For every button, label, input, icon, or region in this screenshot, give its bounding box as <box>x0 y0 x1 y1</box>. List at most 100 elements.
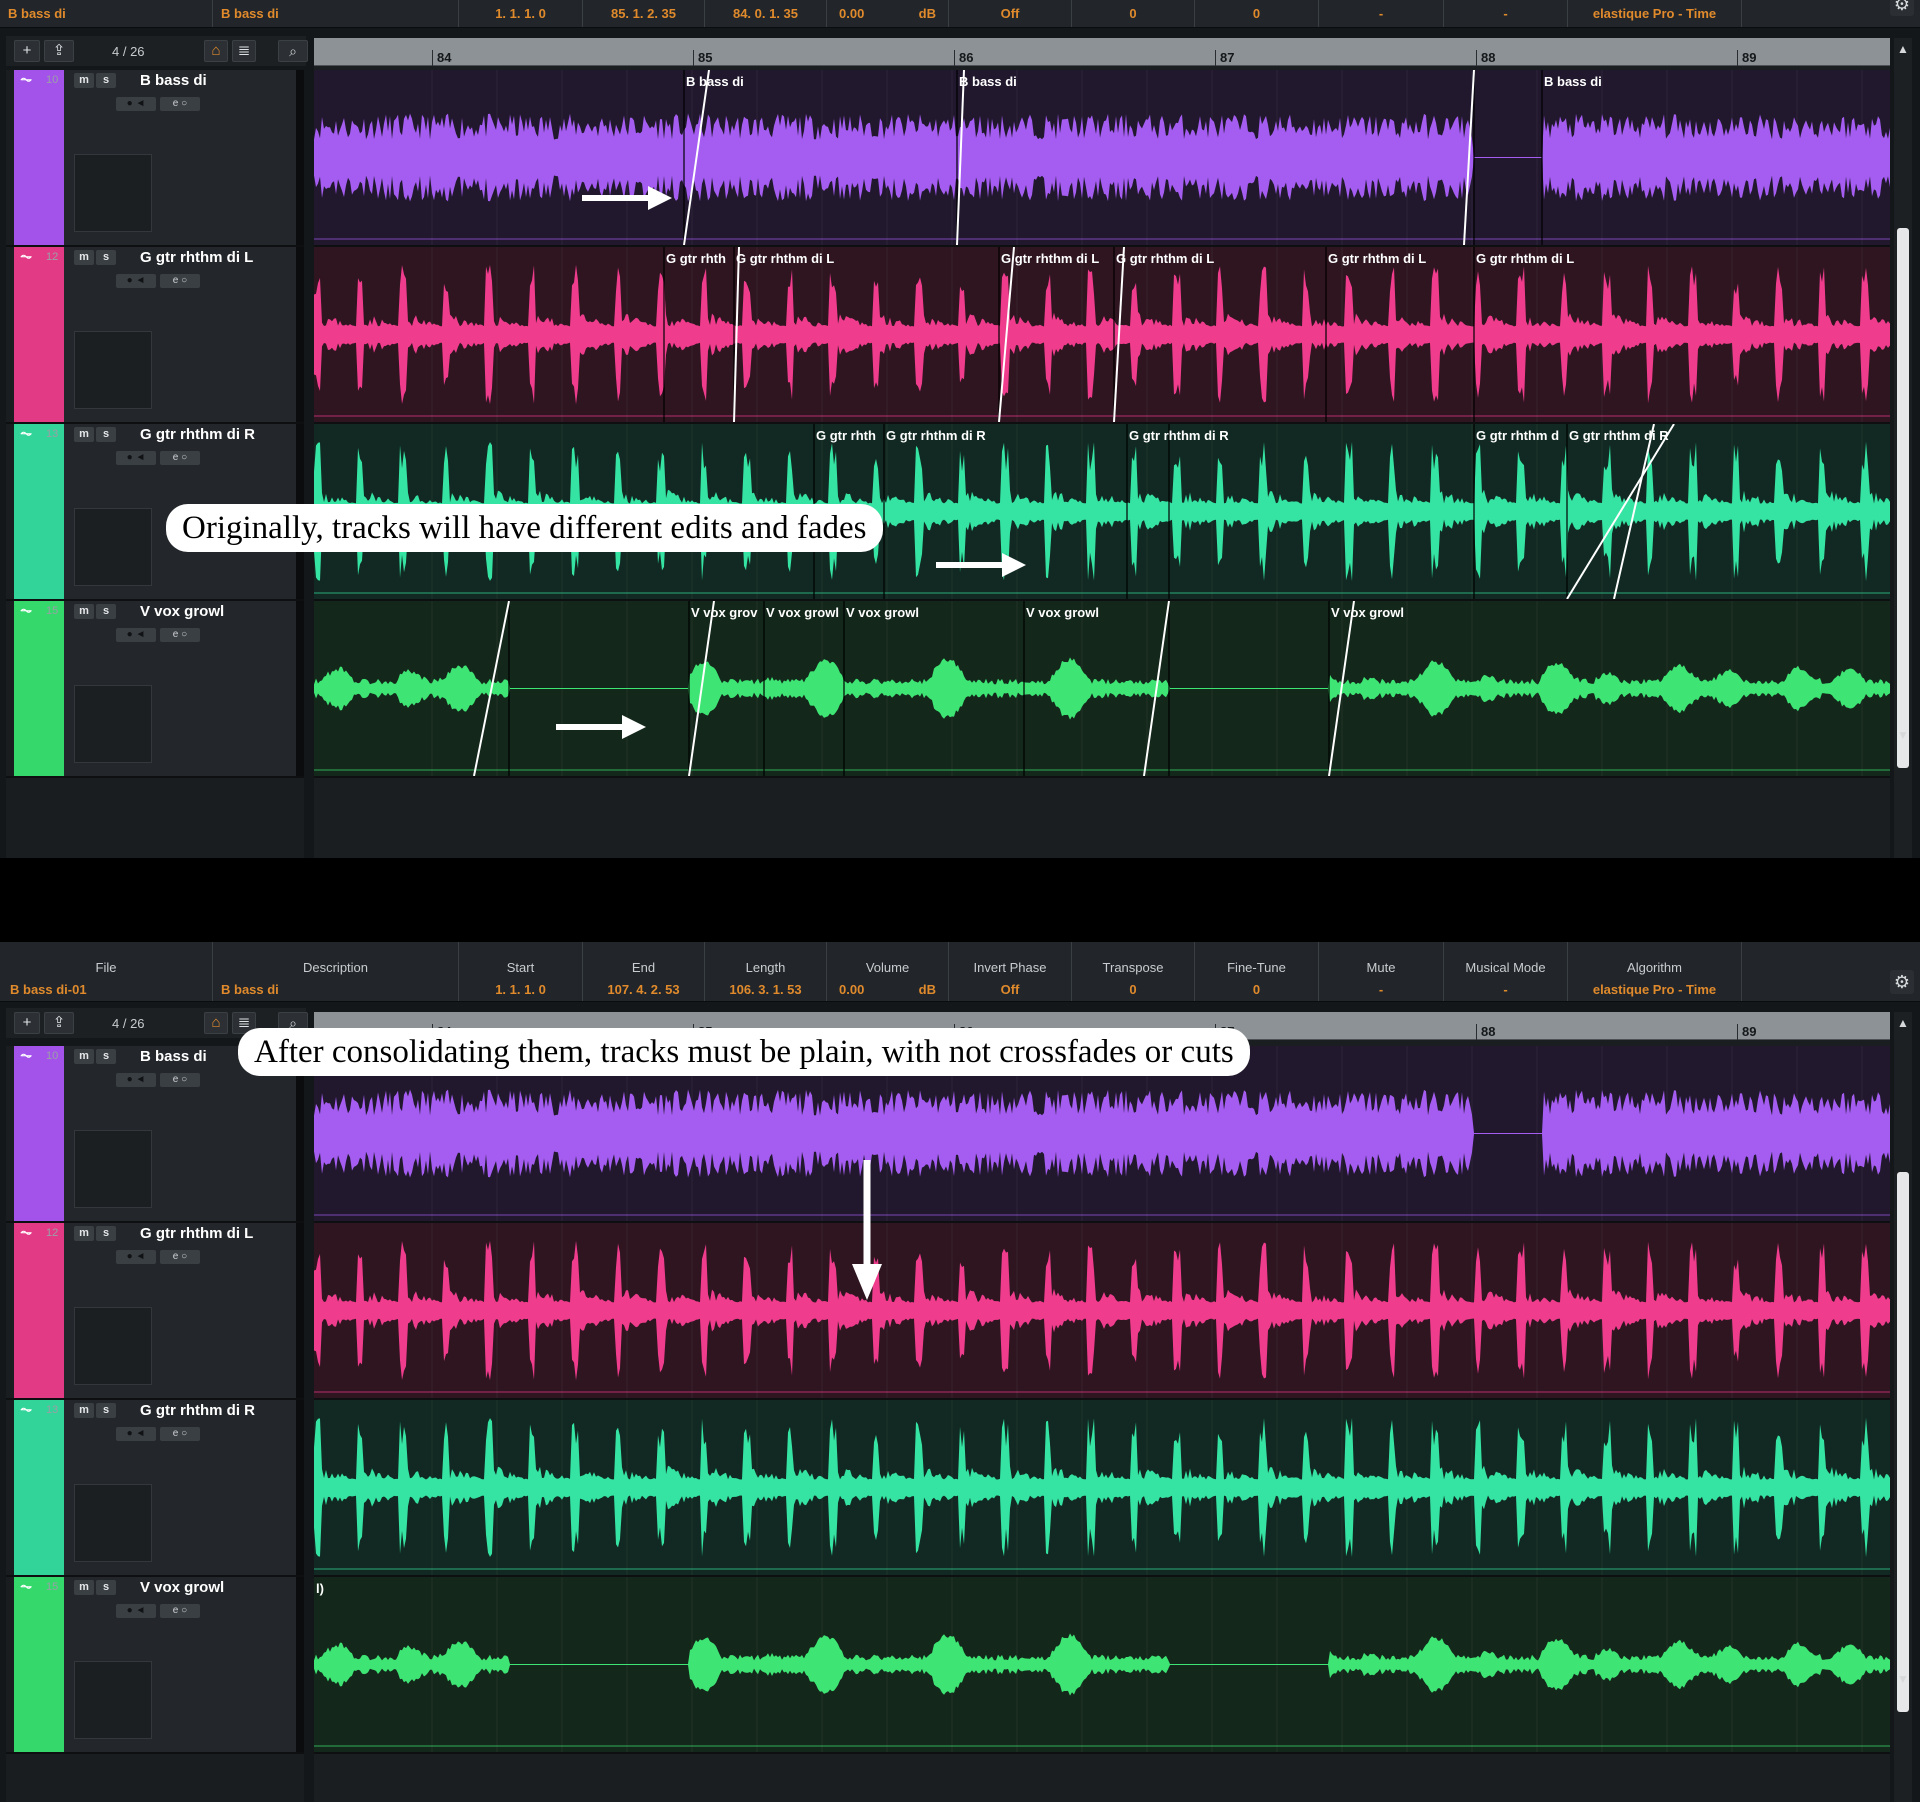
info-musical-mode[interactable]: - <box>1444 0 1568 27</box>
mute-button[interactable]: m <box>74 1226 94 1241</box>
mute-button[interactable]: m <box>74 427 94 442</box>
arrange-window[interactable]: 84 85 86 87 88 89 l) <box>314 1012 1890 1802</box>
track-header[interactable]: ⏦ 13 m s G gtr rhthm di R ● ◄ e ○ <box>6 1400 304 1577</box>
arrange-window[interactable]: 84 85 86 87 88 89 B bass di B bass di B ba… <box>314 38 1890 858</box>
scroll-thumb[interactable] <box>1897 228 1909 768</box>
track-color[interactable] <box>14 1223 64 1398</box>
track-header[interactable]: ⏦ 15 m s V vox growl ● ◄ e ○ <box>6 601 304 778</box>
record-button[interactable]: ● ◄ <box>116 1250 156 1264</box>
track-name[interactable]: G gtr rhthm di R <box>140 426 255 443</box>
solo-button[interactable]: s <box>96 73 116 88</box>
lane-gtr-right[interactable] <box>314 1400 1890 1577</box>
info-length[interactable]: Length 106. 3. 1. 53 <box>705 942 827 1001</box>
info-musical-mode[interactable]: Musical Mode - <box>1444 942 1568 1001</box>
gear-icon[interactable]: ⚙ <box>1890 0 1914 16</box>
home-icon[interactable]: ⌂ <box>204 40 228 62</box>
lane-vox[interactable]: l) <box>314 1577 1890 1754</box>
edit-button[interactable]: e ○ <box>160 451 200 465</box>
edit-button[interactable]: e ○ <box>160 1427 200 1441</box>
edit-button[interactable]: e ○ <box>160 274 200 288</box>
info-invert-phase[interactable]: Off <box>949 0 1072 27</box>
record-button[interactable]: ● ◄ <box>116 1604 156 1618</box>
record-button[interactable]: ● ◄ <box>116 628 156 642</box>
scroll-up-icon[interactable]: ▲ <box>1894 1016 1912 1030</box>
lane-gtr-left[interactable]: G gtr rhth G gtr rhthm di L G gtr rhthm di… <box>314 247 1890 424</box>
folder-icon[interactable]: ⇪ <box>44 40 74 62</box>
solo-button[interactable]: s <box>96 1049 116 1064</box>
mute-button[interactable]: m <box>74 1403 94 1418</box>
info-file[interactable]: File B bass di-01 <box>0 942 213 1001</box>
solo-button[interactable]: s <box>96 250 116 265</box>
record-button[interactable]: ● ◄ <box>116 451 156 465</box>
track-name[interactable]: B bass di <box>140 72 207 89</box>
track-name[interactable]: G gtr rhthm di R <box>140 1402 255 1419</box>
info-fine-tune[interactable]: 0 <box>1195 0 1319 27</box>
info-file[interactable]: B bass di <box>0 0 213 27</box>
solo-button[interactable]: s <box>96 604 116 619</box>
track-name[interactable]: B bass di <box>140 1048 207 1065</box>
home-icon[interactable]: ⌂ <box>204 1012 228 1034</box>
gear-icon[interactable]: ⚙ <box>1890 970 1914 994</box>
edit-button[interactable]: e ○ <box>160 1604 200 1618</box>
info-end[interactable]: End 107. 4. 2. 53 <box>583 942 705 1001</box>
track-color[interactable] <box>14 70 64 245</box>
record-button[interactable]: ● ◄ <box>116 97 156 111</box>
solo-button[interactable]: s <box>96 1403 116 1418</box>
info-start[interactable]: 1. 1. 1. 0 <box>459 0 583 27</box>
solo-button[interactable]: s <box>96 427 116 442</box>
add-track-button[interactable]: + <box>14 40 40 62</box>
track-header[interactable]: ⏦ 15 m s V vox growl ● ◄ e ○ <box>6 1577 304 1754</box>
lane-gtr-left[interactable] <box>314 1223 1890 1400</box>
track-color[interactable] <box>14 601 64 776</box>
edit-button[interactable]: e ○ <box>160 628 200 642</box>
record-button[interactable]: ● ◄ <box>116 1427 156 1441</box>
info-end[interactable]: 85. 1. 2. 35 <box>583 0 705 27</box>
info-algorithm[interactable]: Algorithm elastique Pro - Time <box>1568 942 1742 1001</box>
track-header[interactable]: ⏦ 10 m s B bass di ● ◄ e ○ <box>6 70 304 247</box>
mute-button[interactable]: m <box>74 73 94 88</box>
solo-button[interactable]: s <box>96 1226 116 1241</box>
track-header[interactable]: ⏦ 12 m s G gtr rhthm di L ● ◄ e ○ <box>6 1223 304 1400</box>
folder-icon[interactable]: ⇪ <box>44 1012 74 1034</box>
mute-button[interactable]: m <box>74 1580 94 1595</box>
scroll-down-icon[interactable]: ▼ <box>1894 728 1912 742</box>
info-invert-phase[interactable]: Invert Phase Off <box>949 942 1072 1001</box>
track-header[interactable]: ⏦ 12 m s G gtr rhthm di L ● ◄ e ○ <box>6 247 304 424</box>
scroll-down-icon[interactable]: ▼ <box>1894 1672 1912 1686</box>
add-track-button[interactable]: + <box>14 1012 40 1034</box>
vertical-scrollbar[interactable]: ▲ ▼ <box>1894 38 1912 858</box>
lane-bass[interactable]: B bass di B bass di B bass di <box>314 70 1890 247</box>
info-start[interactable]: Start 1. 1. 1. 0 <box>459 942 583 1001</box>
scroll-thumb[interactable] <box>1897 1172 1909 1712</box>
edit-button[interactable]: e ○ <box>160 1073 200 1087</box>
info-volume[interactable]: 0.00 dB <box>827 0 949 27</box>
list-icon[interactable]: ≣ <box>232 40 256 62</box>
record-button[interactable]: ● ◄ <box>116 274 156 288</box>
track-color[interactable] <box>14 1400 64 1575</box>
scroll-up-icon[interactable]: ▲ <box>1894 42 1912 56</box>
track-color[interactable] <box>14 424 64 599</box>
mute-button[interactable]: m <box>74 604 94 619</box>
info-volume[interactable]: Volume 0.00 dB <box>827 942 949 1001</box>
track-name[interactable]: G gtr rhthm di L <box>140 1225 253 1242</box>
record-button[interactable]: ● ◄ <box>116 1073 156 1087</box>
info-mute[interactable]: - <box>1319 0 1444 27</box>
info-transpose[interactable]: 0 <box>1072 0 1195 27</box>
track-name[interactable]: V vox growl <box>140 603 224 620</box>
track-color[interactable] <box>14 1046 64 1221</box>
track-name[interactable]: G gtr rhthm di L <box>140 249 253 266</box>
mute-button[interactable]: m <box>74 1049 94 1064</box>
lane-vox[interactable]: V vox grov V vox growl V vox growl V vox gr… <box>314 601 1890 778</box>
track-color[interactable] <box>14 247 64 422</box>
solo-button[interactable]: s <box>96 1580 116 1595</box>
track-name[interactable]: V vox growl <box>140 1579 224 1596</box>
info-description[interactable]: B bass di <box>213 0 459 27</box>
info-algorithm[interactable]: elastique Pro - Time <box>1568 0 1742 27</box>
info-fine-tune[interactable]: Fine-Tune 0 <box>1195 942 1319 1001</box>
vertical-scrollbar[interactable]: ▲ ▼ <box>1894 1012 1912 1802</box>
info-length[interactable]: 84. 0. 1. 35 <box>705 0 827 27</box>
info-transpose[interactable]: Transpose 0 <box>1072 942 1195 1001</box>
mute-button[interactable]: m <box>74 250 94 265</box>
info-description[interactable]: Description B bass di <box>213 942 459 1001</box>
ruler[interactable]: 84 85 86 87 88 89 <box>314 38 1890 66</box>
